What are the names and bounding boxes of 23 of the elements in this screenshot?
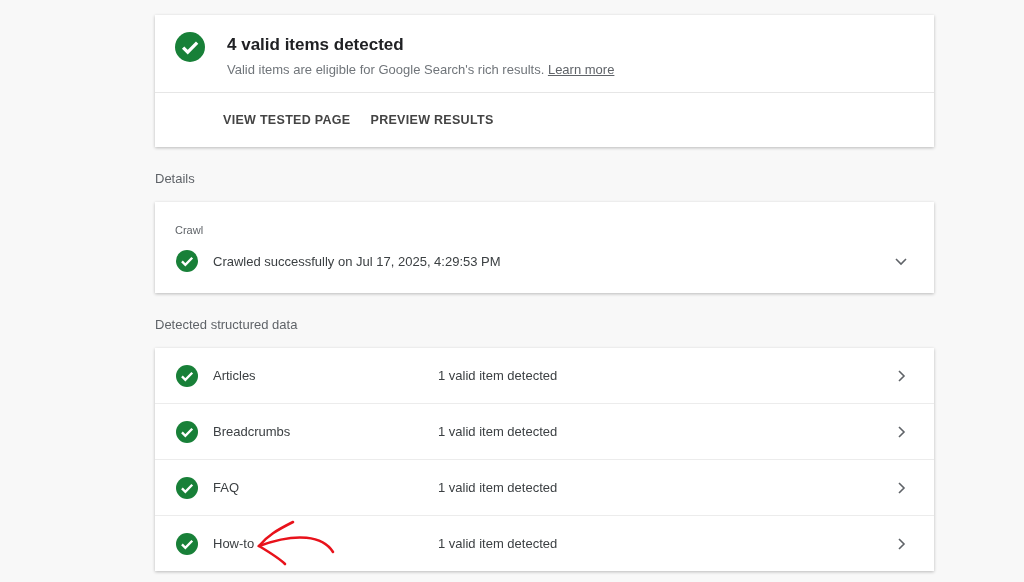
check-circle-icon (176, 532, 198, 555)
section-label: Crawl (174, 223, 205, 236)
crawl-status: Crawled successfully on Jul 17, 2025, 4:29:53 PM (213, 253, 502, 269)
check-circle-icon (176, 420, 198, 443)
item-result: 1 valid item detected (438, 424, 559, 439)
check-circle-icon (175, 32, 205, 62)
check-circle-icon (176, 476, 198, 499)
section-heading: Details (155, 170, 196, 188)
action-button[interactable]: VIEW TESTED PAGE (219, 107, 355, 133)
item-result: 1 valid item detected (438, 536, 559, 551)
item-result: 1 valid item detected (438, 368, 559, 383)
summary-description: Valid items are eligible for Google Search's rich results. Learn more (227, 62, 615, 77)
item-result: 1 valid item detected (438, 480, 559, 495)
item-type[interactable]: FAQ (213, 480, 423, 495)
section-heading: Detected structured data (155, 316, 299, 334)
check-circle-icon (176, 364, 198, 387)
item-type[interactable]: Articles (213, 368, 423, 383)
learn-more-link[interactable]: Learn more (547, 62, 615, 77)
check-circle-icon (176, 250, 198, 272)
item-type[interactable]: How-to (213, 536, 423, 551)
summary-title: 4 valid items detected (227, 35, 405, 55)
action-button[interactable]: PREVIEW RESULTS (366, 107, 498, 133)
item-type[interactable]: Breadcrumbs (213, 424, 423, 439)
